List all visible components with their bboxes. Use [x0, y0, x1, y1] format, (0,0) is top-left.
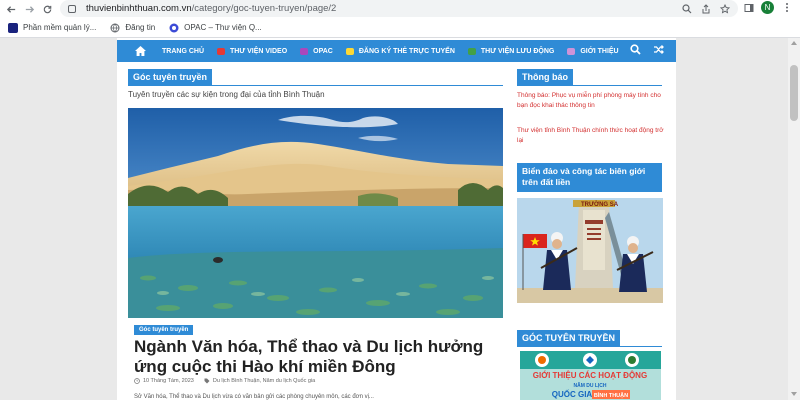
banner-line-4: BÌNH THUẬN	[594, 391, 628, 399]
banner-line-3: QUỐC GIA	[552, 389, 593, 399]
post-featured-image[interactable]	[128, 108, 503, 318]
forward-arrow-icon	[25, 5, 34, 13]
shuffle-icon[interactable]	[653, 44, 664, 55]
nav-label: OPAC	[313, 47, 333, 55]
page-scrollbar[interactable]	[788, 38, 800, 400]
nav-item-dang-ky-the[interactable]: ĐĂNG KÝ THẺ TRỰC TUYẾN	[345, 47, 455, 55]
post-date[interactable]: 10 Tháng Tám, 2023	[134, 378, 194, 384]
address-bar[interactable]: thuvienbinhthuan.com.vn/category/goc-tuy…	[60, 0, 738, 17]
notice-link-2[interactable]: Thư viện tỉnh Bình Thuận chính thức hoạt…	[517, 126, 667, 146]
widget-header-goc-tuyen-truyen: GÓC TUYÊN TRUYỀN	[517, 328, 662, 347]
widget-title: Biển đảo và công tác biên giới trên đất …	[517, 163, 662, 191]
mobile-library-icon	[467, 47, 476, 55]
tag-icon	[204, 378, 210, 384]
page-viewport: TRANG CHỦ THƯ VIỆN VIDEO OPAC ĐĂNG KÝ TH…	[0, 38, 788, 400]
post-meta: 10 Tháng Tám, 2023 Du lịch Bình Thuận, N…	[134, 378, 315, 384]
lock-icon	[68, 4, 76, 13]
opac-icon	[300, 47, 309, 55]
forward-button[interactable]	[20, 0, 38, 18]
section-header-goc-tuyen-truyen: Góc tuyên truyền	[128, 67, 503, 86]
nav-label: THƯ VIỆN LƯU ĐỘNG	[480, 47, 555, 55]
nav-item-thu-vien-video[interactable]: THƯ VIỆN VIDEO	[217, 47, 288, 55]
site-container: TRANG CHỦ THƯ VIỆN VIDEO OPAC ĐĂNG KÝ TH…	[117, 38, 676, 400]
post-excerpt: Sở Văn hóa, Thể thao và Du lịch vừa có v…	[134, 394, 374, 400]
post-category-badge[interactable]: Góc tuyên truyền	[134, 325, 194, 335]
nav-label: THƯ VIỆN VIDEO	[230, 47, 288, 55]
video-icon	[217, 47, 225, 55]
scroll-up-icon[interactable]	[791, 41, 797, 45]
post-date-text: 10 Tháng Tám, 2023	[143, 378, 194, 384]
reload-icon	[43, 5, 51, 13]
banner-line-2: NĂM DU LỊCH	[573, 382, 606, 389]
bookmark-opac[interactable]: OPAC – Thư viện Q...	[169, 23, 262, 33]
page-title: Góc tuyên truyền	[128, 69, 213, 85]
nav-item-opac[interactable]: OPAC	[300, 47, 333, 55]
back-arrow-icon	[6, 5, 15, 13]
widget-title: Thông báo	[517, 69, 573, 85]
scroll-down-icon[interactable]	[791, 392, 797, 396]
bookmark-favicon-icon	[8, 22, 18, 33]
nav-item-gioi-thieu[interactable]: GIỚI THIỆU	[567, 47, 619, 55]
bookmark-phan-mem[interactable]: Phần mềm quản lý...	[8, 22, 97, 33]
person-icon	[567, 47, 576, 55]
notice-link-1[interactable]: Thông báo: Phục vụ miễn phí phòng máy tí…	[517, 91, 667, 111]
truong-sa-image[interactable]: TRƯỜNG SA	[517, 198, 663, 303]
nav-item-trang-chu[interactable]: TRANG CHỦ	[162, 48, 204, 55]
nav-label: ĐĂNG KÝ THẺ TRỰC TUYẾN	[358, 47, 455, 55]
post-title[interactable]: Ngành Văn hóa, Thể thao và Du lịch hưởng…	[134, 337, 484, 377]
side-panel-icon[interactable]	[742, 1, 755, 14]
home-icon[interactable]	[131, 42, 149, 60]
clock-icon	[134, 378, 140, 384]
category-description: Tuyên truyền các sự kiện trong đại của t…	[128, 90, 325, 99]
star-icon[interactable]	[718, 2, 731, 15]
back-button[interactable]	[2, 0, 20, 18]
search-icon[interactable]	[630, 44, 641, 55]
url-host: thuvienbinhthuan.com.vn	[86, 3, 192, 14]
bookmark-label: Đăng tin	[125, 23, 156, 32]
bookmarks-bar: Phần mềm quản lý... Đăng tin OPAC – Thư …	[0, 18, 800, 38]
widget-header-thong-bao: Thông báo	[517, 67, 662, 86]
tourism-banner-graphic: GIỚI THIỆU CÁC HOẠT ĐỘNG NĂM DU LỊCH QUỐ…	[520, 351, 661, 400]
nav-item-thu-vien-luu-dong[interactable]: THƯ VIỆN LƯU ĐỘNG	[467, 47, 555, 55]
bookmark-label: Phần mềm quản lý...	[23, 23, 97, 32]
nav-tools	[630, 44, 664, 55]
widget-title: GÓC TUYÊN TRUYỀN	[517, 330, 621, 346]
globe-icon	[110, 23, 120, 32]
zoom-icon[interactable]	[680, 2, 693, 15]
sand-dunes-lake-image	[128, 108, 503, 318]
post-tags[interactable]: Du lịch Bình Thuận, Năm du lịch Quốc gia	[204, 378, 315, 384]
omnibox-actions	[680, 2, 731, 15]
monument-text: TRƯỜNG SA	[581, 200, 619, 208]
truong-sa-photo: TRƯỜNG SA	[517, 198, 663, 303]
profile-avatar[interactable]: N	[761, 1, 774, 14]
nav-label: GIỚI THIỆU	[580, 47, 619, 55]
opac-favicon-icon	[169, 23, 179, 32]
url-text: thuvienbinhthuan.com.vn/category/goc-tuy…	[86, 3, 336, 14]
reload-button[interactable]	[38, 0, 56, 18]
banner-line-1: GIỚI THIỆU CÁC HOẠT ĐỘNG	[533, 371, 647, 380]
share-icon[interactable]	[699, 2, 712, 15]
main-navigation: TRANG CHỦ THƯ VIỆN VIDEO OPAC ĐĂNG KÝ TH…	[117, 40, 676, 62]
tourism-banner[interactable]: GIỚI THIỆU CÁC HOẠT ĐỘNG NĂM DU LỊCH QUỐ…	[520, 351, 661, 400]
nav-label: TRANG CHỦ	[162, 47, 204, 55]
bookmark-label: OPAC – Thư viện Q...	[184, 23, 262, 32]
post-tags-text: Du lịch Bình Thuận, Năm du lịch Quốc gia	[212, 378, 316, 384]
widget-header-bien-dao: Biển đảo và công tác biên giới trên đất …	[517, 163, 662, 192]
card-icon	[345, 47, 354, 55]
scrollbar-thumb[interactable]	[790, 65, 798, 121]
browser-right-icons: N	[742, 1, 793, 14]
url-path: /category/goc-tuyen-truyen/page/2	[191, 3, 337, 14]
kebab-menu-icon[interactable]	[780, 1, 793, 14]
bookmark-dang-tin[interactable]: Đăng tin	[110, 23, 155, 33]
